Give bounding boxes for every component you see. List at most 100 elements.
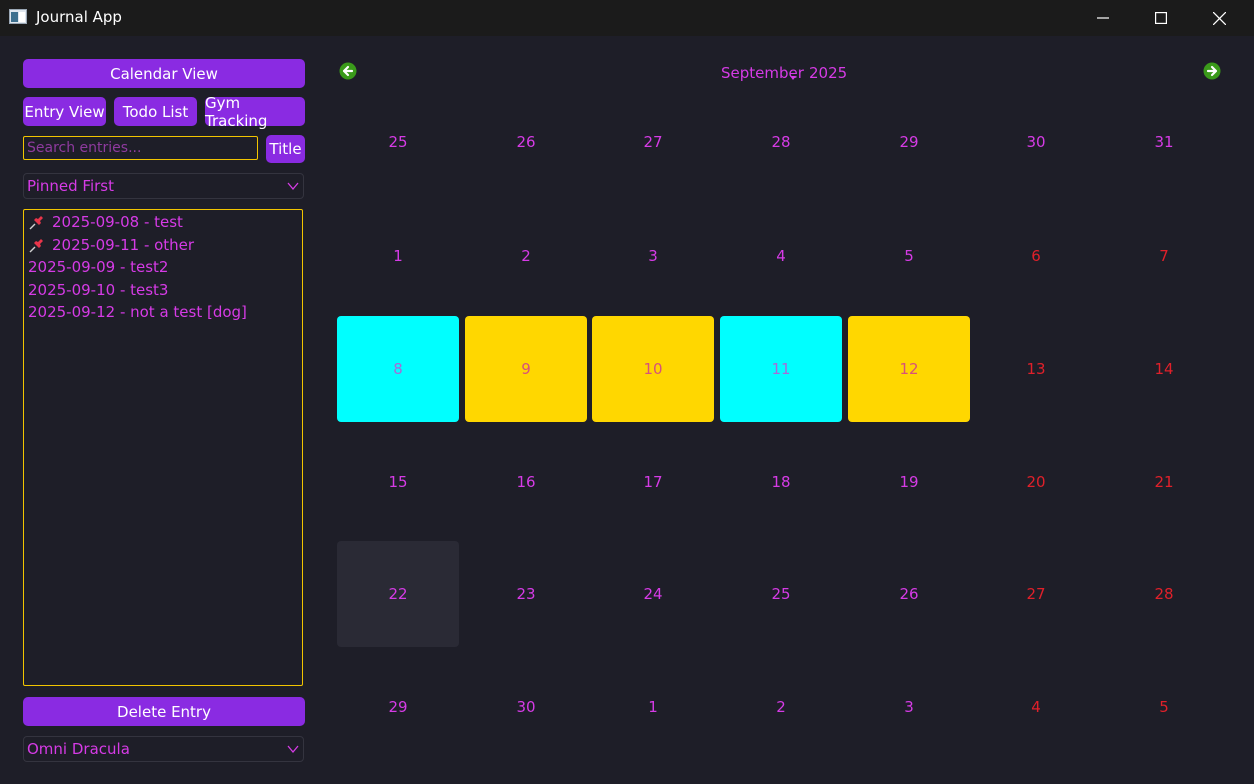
calendar-day-cell[interactable]: 1 (592, 654, 714, 760)
calendar-day-cell[interactable]: 3 (592, 203, 714, 309)
calendar-day-number: 19 (899, 473, 919, 491)
calendar-day-number: 21 (1154, 473, 1174, 491)
list-item[interactable]: 2025-09-09 - test2 (28, 256, 168, 278)
calendar-day-number: 23 (516, 585, 536, 603)
list-item[interactable]: 2025-09-10 - test3 (28, 279, 168, 301)
list-item[interactable]: 2025-09-08 - test (28, 211, 183, 233)
calendar-day-cell[interactable]: 28 (720, 89, 842, 195)
calendar-day-cell[interactable]: 11 (720, 316, 842, 422)
calendar-day-number: 24 (643, 585, 663, 603)
window-title: Journal App (36, 8, 122, 26)
entry-label: 2025-09-11 - other (52, 236, 195, 254)
calendar-day-cell[interactable]: 23 (465, 541, 587, 647)
calendar-day-cell[interactable]: 9 (465, 316, 587, 422)
calendar-day-number: 5 (1159, 698, 1169, 716)
calendar-day-cell[interactable]: 2 (465, 203, 587, 309)
calendar-day-cell[interactable]: 20 (975, 429, 1097, 535)
calendar-day-cell[interactable]: 14 (1103, 316, 1225, 422)
gym-tracking-button[interactable]: Gym Tracking (205, 94, 305, 130)
search-box (23, 136, 258, 160)
sort-dropdown[interactable]: Pinned First (23, 173, 304, 199)
calendar-day-number: 11 (771, 360, 791, 378)
calendar-day-number: 2 (521, 247, 531, 265)
calendar-day-cell[interactable]: 27 (592, 89, 714, 195)
calendar-day-number: 10 (643, 360, 663, 378)
entry-label: 2025-09-09 - test2 (28, 258, 169, 276)
calendar-day-cell[interactable]: 7 (1103, 203, 1225, 309)
calendar-day-number: 15 (388, 473, 408, 491)
maximize-icon (1155, 12, 1167, 24)
calendar-day-cell[interactable]: 1 (337, 203, 459, 309)
arrow-right-icon[interactable] (1203, 62, 1221, 80)
calendar-day-number: 28 (771, 133, 791, 151)
caret-down-icon (790, 76, 796, 80)
calendar-day-cell[interactable]: 6 (975, 203, 1097, 309)
entry-view-button[interactable]: Entry View (23, 97, 106, 126)
calendar-day-number: 14 (1154, 360, 1174, 378)
list-item[interactable]: 2025-09-11 - other (28, 234, 194, 256)
calendar-day-number: 30 (1026, 133, 1046, 151)
calendar-day-number: 12 (899, 360, 919, 378)
calendar-day-number: 5 (904, 247, 914, 265)
calendar-day-cell[interactable]: 22 (337, 541, 459, 647)
search-input[interactable] (24, 137, 257, 159)
calendar-day-cell[interactable]: 5 (848, 203, 970, 309)
calendar-day-cell[interactable]: 15 (337, 429, 459, 535)
entry-label: 2025-09-08 - test (52, 213, 183, 231)
calendar-day-cell[interactable]: 28 (1103, 541, 1225, 647)
entry-list: 2025-09-08 - test 2025-09-11 - other 202… (23, 209, 303, 686)
calendar-day-number: 7 (1159, 247, 1169, 265)
calendar-day-number: 22 (388, 585, 408, 603)
calendar-day-number: 8 (393, 360, 403, 378)
calendar-day-cell[interactable]: 4 (720, 203, 842, 309)
maximize-button[interactable] (1138, 0, 1184, 36)
calendar-day-cell[interactable]: 21 (1103, 429, 1225, 535)
calendar-day-number: 13 (1026, 360, 1046, 378)
calendar-day-number: 4 (1031, 698, 1041, 716)
calendar-day-cell[interactable]: 13 (975, 316, 1097, 422)
calendar-day-cell[interactable]: 29 (848, 89, 970, 195)
calendar-day-cell[interactable]: 30 (975, 89, 1097, 195)
calendar-day-cell[interactable]: 26 (848, 541, 970, 647)
calendar-day-cell[interactable]: 25 (720, 541, 842, 647)
theme-dropdown[interactable]: Omni Dracula (23, 736, 304, 762)
calendar-day-cell[interactable]: 30 (465, 654, 587, 760)
calendar-day-number: 1 (648, 698, 658, 716)
year-selector[interactable]: 2025 (809, 64, 847, 82)
calendar-day-cell[interactable]: 25 (337, 89, 459, 195)
calendar-day-cell[interactable]: 17 (592, 429, 714, 535)
calendar-day-number: 27 (1026, 585, 1046, 603)
calendar-day-cell[interactable]: 8 (337, 316, 459, 422)
list-item[interactable]: 2025-09-12 - not a test [dog] (28, 301, 247, 323)
calendar-day-cell[interactable]: 3 (848, 654, 970, 760)
calendar-day-number: 9 (521, 360, 531, 378)
calendar-day-cell[interactable]: 2 (720, 654, 842, 760)
calendar-day-cell[interactable]: 26 (465, 89, 587, 195)
search-mode-button[interactable]: Title (266, 135, 305, 163)
calendar-day-number: 31 (1154, 133, 1174, 151)
pin-icon (29, 215, 43, 229)
todo-list-button[interactable]: Todo List (114, 97, 197, 126)
calendar-day-cell[interactable]: 16 (465, 429, 587, 535)
calendar-day-cell[interactable]: 12 (848, 316, 970, 422)
calendar-day-cell[interactable]: 19 (848, 429, 970, 535)
calendar-day-cell[interactable]: 18 (720, 429, 842, 535)
delete-entry-button[interactable]: Delete Entry (23, 697, 305, 726)
calendar-day-cell[interactable]: 10 (592, 316, 714, 422)
calendar-day-cell[interactable]: 31 (1103, 89, 1225, 195)
arrow-left-icon[interactable] (339, 62, 357, 80)
calendar-day-number: 20 (1026, 473, 1046, 491)
minimize-icon (1097, 17, 1109, 19)
calendar-day-cell[interactable]: 27 (975, 541, 1097, 647)
calendar-view-button[interactable]: Calendar View (23, 59, 305, 88)
minimize-button[interactable] (1080, 0, 1126, 36)
calendar-day-number: 29 (388, 698, 408, 716)
calendar-day-cell[interactable]: 4 (975, 654, 1097, 760)
calendar-day-cell[interactable]: 24 (592, 541, 714, 647)
entry-label: 2025-09-10 - test3 (28, 281, 169, 299)
close-button[interactable] (1196, 0, 1242, 36)
calendar-day-cell[interactable]: 5 (1103, 654, 1225, 760)
calendar-day-cell[interactable]: 29 (337, 654, 459, 760)
calendar-day-number: 29 (899, 133, 919, 151)
calendar-day-number: 26 (516, 133, 536, 151)
